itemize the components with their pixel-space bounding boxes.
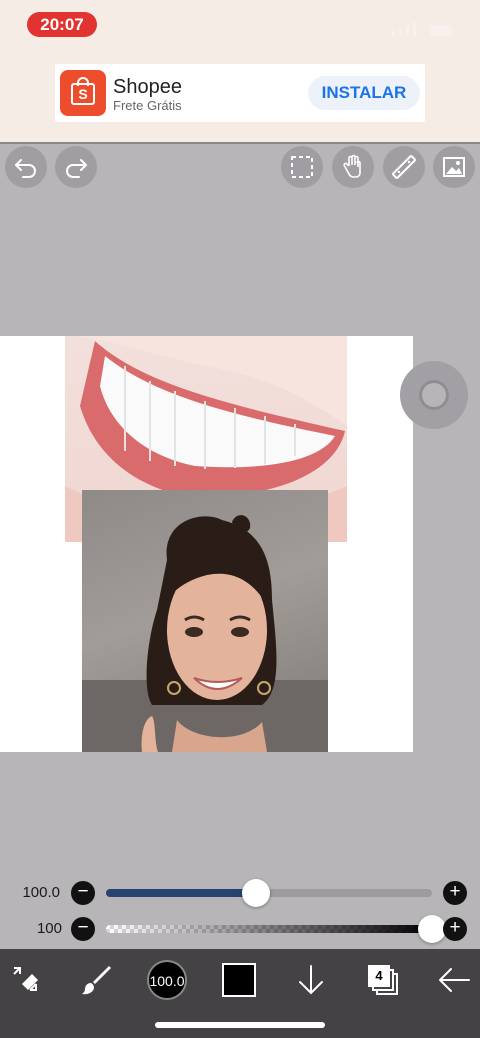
brush-size-slider[interactable] [106, 879, 432, 907]
color-button[interactable] [220, 955, 258, 1005]
ad-banner[interactable]: S Shopee Frete Grátis INSTALAR [55, 64, 425, 122]
portrait-image [82, 515, 328, 752]
redo-button[interactable] [55, 146, 97, 188]
brush-icon [82, 966, 111, 995]
opacity-value: 100 [36, 920, 62, 937]
ad-title: Shopee [113, 76, 182, 98]
ruler-button[interactable] [383, 146, 425, 188]
back-button[interactable] [434, 955, 474, 1005]
layer-count: 4 [368, 965, 390, 987]
ring-icon [419, 380, 449, 410]
brush-size-button[interactable]: 100.0 [146, 955, 188, 1005]
brush-size-icon: 100.0 [147, 960, 187, 1000]
home-indicator[interactable] [155, 1022, 325, 1028]
size-increase-button[interactable]: + [443, 881, 467, 905]
download-icon [299, 965, 323, 995]
layers-button[interactable]: 4 [364, 955, 402, 1005]
size-decrease-button[interactable]: − [71, 881, 95, 905]
opacity-slider[interactable] [106, 915, 446, 943]
face-photo-layer [82, 490, 328, 752]
status-time: 20:07 [27, 12, 97, 37]
brush-size-thumb[interactable] [241, 879, 270, 907]
image-icon [443, 157, 465, 177]
selection-icon [291, 156, 313, 178]
floating-tool-button[interactable] [400, 361, 468, 429]
brush-size-display: 100.0 [149, 973, 185, 989]
redo-icon [66, 159, 87, 178]
layers-icon: 4 [368, 965, 398, 995]
status-icons [388, 18, 452, 36]
ad-subtitle: Frete Grátis [113, 98, 182, 113]
opacity-decrease-button[interactable]: − [71, 917, 95, 941]
undo-button[interactable] [5, 146, 47, 188]
undo-icon [15, 159, 36, 178]
hand-move-icon [343, 154, 361, 178]
ad-area: S Shopee Frete Grátis INSTALAR [0, 50, 480, 144]
selection-button[interactable] [281, 146, 323, 188]
transform-eraser-button[interactable] [6, 955, 46, 1005]
download-button[interactable] [292, 955, 330, 1005]
battery-icon [430, 25, 452, 36]
shopee-bag-icon: S [60, 70, 106, 116]
color-icon [222, 963, 256, 997]
status-bar: 20:07 [0, 0, 480, 50]
ruler-icon [392, 155, 416, 179]
opacity-thumb[interactable] [418, 915, 446, 943]
install-button[interactable]: INSTALAR [308, 76, 420, 110]
hand-move-button[interactable] [332, 146, 374, 188]
signal-icon [391, 31, 395, 36]
brush-button[interactable] [76, 955, 116, 1005]
brush-size-fill [106, 889, 256, 897]
transform-eraser-icon [13, 967, 38, 991]
opacity-increase-button[interactable]: + [443, 917, 467, 941]
brush-size-value: 100.0 [22, 884, 60, 901]
image-button[interactable] [433, 146, 475, 188]
back-arrow-icon [439, 968, 470, 992]
